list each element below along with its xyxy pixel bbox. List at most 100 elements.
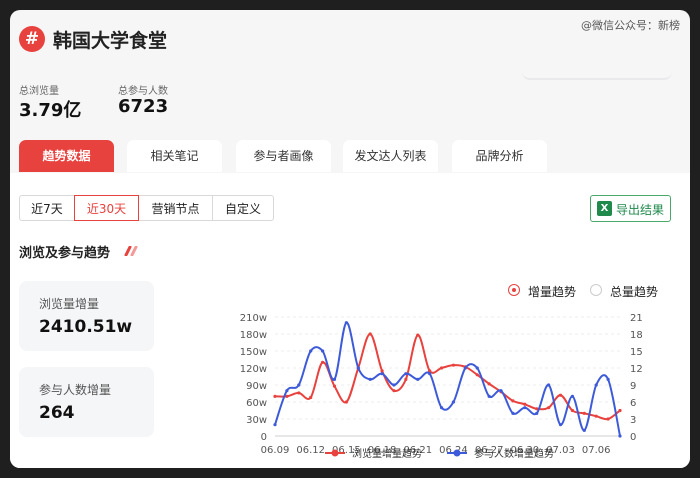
legend-marker	[453, 449, 461, 457]
data-point	[523, 402, 527, 406]
total-views-value: 3.79亿	[19, 100, 82, 121]
excel-icon: X	[597, 201, 612, 216]
data-point	[368, 332, 372, 336]
radio-checked-icon	[508, 284, 520, 296]
export-label: 导出结果	[616, 203, 665, 217]
data-point	[547, 406, 551, 410]
y-right-tick-label: 3	[630, 415, 636, 426]
data-point	[487, 394, 491, 398]
custom-range-button[interactable]: 自定义	[212, 195, 274, 221]
divider	[522, 72, 672, 80]
participants-increment-label: 参与人数增量	[39, 383, 112, 397]
y-right-tick-label: 21	[630, 313, 643, 324]
data-point	[570, 408, 575, 413]
legend-marker	[331, 449, 339, 457]
tab-creator-list[interactable]: 发文达人列表	[343, 140, 438, 172]
views-increment-card: 浏览量增量 2410.51w	[19, 281, 154, 351]
data-point	[297, 383, 301, 387]
data-point	[439, 366, 444, 370]
data-point	[451, 363, 456, 367]
y-left-tick-label: 90w	[246, 381, 267, 392]
data-point	[523, 406, 527, 410]
data-point	[320, 349, 325, 353]
data-point	[594, 414, 598, 418]
legend-label: 浏览量增量趋势	[352, 447, 422, 460]
y-right-tick-label: 6	[630, 398, 636, 409]
trend-chart: 0 30w 60w 90w 120w 150w 180w 210w 0 3 6 9 12 15 18 21 06…	[240, 313, 643, 460]
y-left-tick-label: 180w	[240, 330, 267, 341]
y-right-tick-label: 18	[630, 330, 643, 341]
views-increment-label: 浏览量增量	[39, 297, 100, 311]
y-left-tick-label: 60w	[246, 398, 267, 409]
data-point	[332, 384, 337, 388]
data-point	[309, 395, 313, 400]
data-point	[487, 382, 491, 386]
data-point	[547, 383, 551, 387]
y-left-tick-label: 210w	[240, 313, 267, 324]
data-point	[416, 377, 420, 381]
marketing-nodes-button[interactable]: 营销节点	[138, 195, 213, 221]
y-right-tick-label: 0	[630, 432, 636, 443]
data-point	[392, 383, 396, 387]
participants-increment-card: 参与人数增量 264	[19, 367, 154, 437]
y-left-tick-label: 0	[261, 432, 267, 443]
y-left-tick-label: 120w	[240, 364, 267, 375]
y-right-tick-label: 15	[630, 347, 643, 358]
tab-brand-analysis[interactable]: 品牌分析	[452, 140, 547, 172]
data-point	[511, 411, 515, 415]
x-tick-label: 06.12	[296, 445, 325, 456]
section-title: 浏览及参与趋势	[19, 246, 111, 261]
data-point	[511, 399, 515, 403]
data-point	[463, 366, 467, 370]
y-left-tick-label: 150w	[240, 347, 267, 358]
data-point	[380, 369, 384, 373]
x-tick-label: 06.24	[439, 445, 468, 456]
data-point	[368, 377, 372, 381]
series-line-participants	[274, 321, 621, 437]
incremental-trend-radio[interactable]: 增量趋势	[508, 283, 578, 299]
x-tick-label: 07.06	[582, 445, 611, 456]
data-point	[332, 377, 337, 381]
data-point	[558, 423, 563, 427]
radio-unchecked-icon	[590, 284, 602, 296]
data-point	[582, 411, 586, 415]
total-trend-label: 总量趋势	[610, 285, 659, 299]
data-point	[273, 394, 277, 398]
y-right-tick-label: 9	[630, 381, 636, 392]
data-point	[320, 360, 325, 364]
hashtag-icon: #	[19, 26, 45, 52]
data-point	[380, 372, 384, 376]
watermark: @微信公众号：新榜	[581, 19, 680, 32]
tab-participant-profile[interactable]: 参与者画像	[236, 140, 331, 172]
views-increment-value: 2410.51w	[39, 317, 133, 337]
data-point	[594, 383, 598, 387]
data-point	[570, 394, 575, 398]
range-7-days-button[interactable]: 近7天	[19, 195, 75, 221]
total-participants-label: 总参与人数	[118, 86, 168, 97]
data-point	[392, 389, 396, 393]
data-point	[582, 428, 586, 432]
x-tick-label: 06.09	[261, 445, 290, 456]
total-participants-value: 6723	[118, 96, 169, 117]
data-point	[475, 366, 479, 370]
data-point	[499, 389, 503, 393]
data-point	[606, 417, 610, 421]
incremental-trend-label: 增量趋势	[528, 285, 577, 299]
data-point	[285, 389, 289, 393]
y-left-tick-label: 30w	[246, 415, 267, 426]
data-point	[618, 434, 622, 438]
range-30-days-button[interactable]: 近30天	[74, 195, 139, 221]
tab-related-notes[interactable]: 相关笔记	[127, 140, 222, 172]
total-trend-radio[interactable]: 总量趋势	[590, 283, 660, 299]
data-point	[451, 400, 456, 404]
data-point	[416, 333, 420, 337]
participants-increment-value: 264	[39, 403, 75, 423]
data-point	[404, 372, 408, 376]
data-point	[309, 349, 313, 353]
data-point	[558, 393, 563, 397]
export-button[interactable]: X 导出结果	[590, 195, 671, 222]
legend-label: 参与人数增量趋势	[474, 447, 554, 460]
tab-trend-data[interactable]: 趋势数据	[19, 140, 114, 172]
data-point	[404, 377, 408, 381]
trend-card: @微信公众号：新榜 # 韩国大学食堂 总浏览量 3.79亿 总参与人数 6723…	[10, 10, 690, 468]
